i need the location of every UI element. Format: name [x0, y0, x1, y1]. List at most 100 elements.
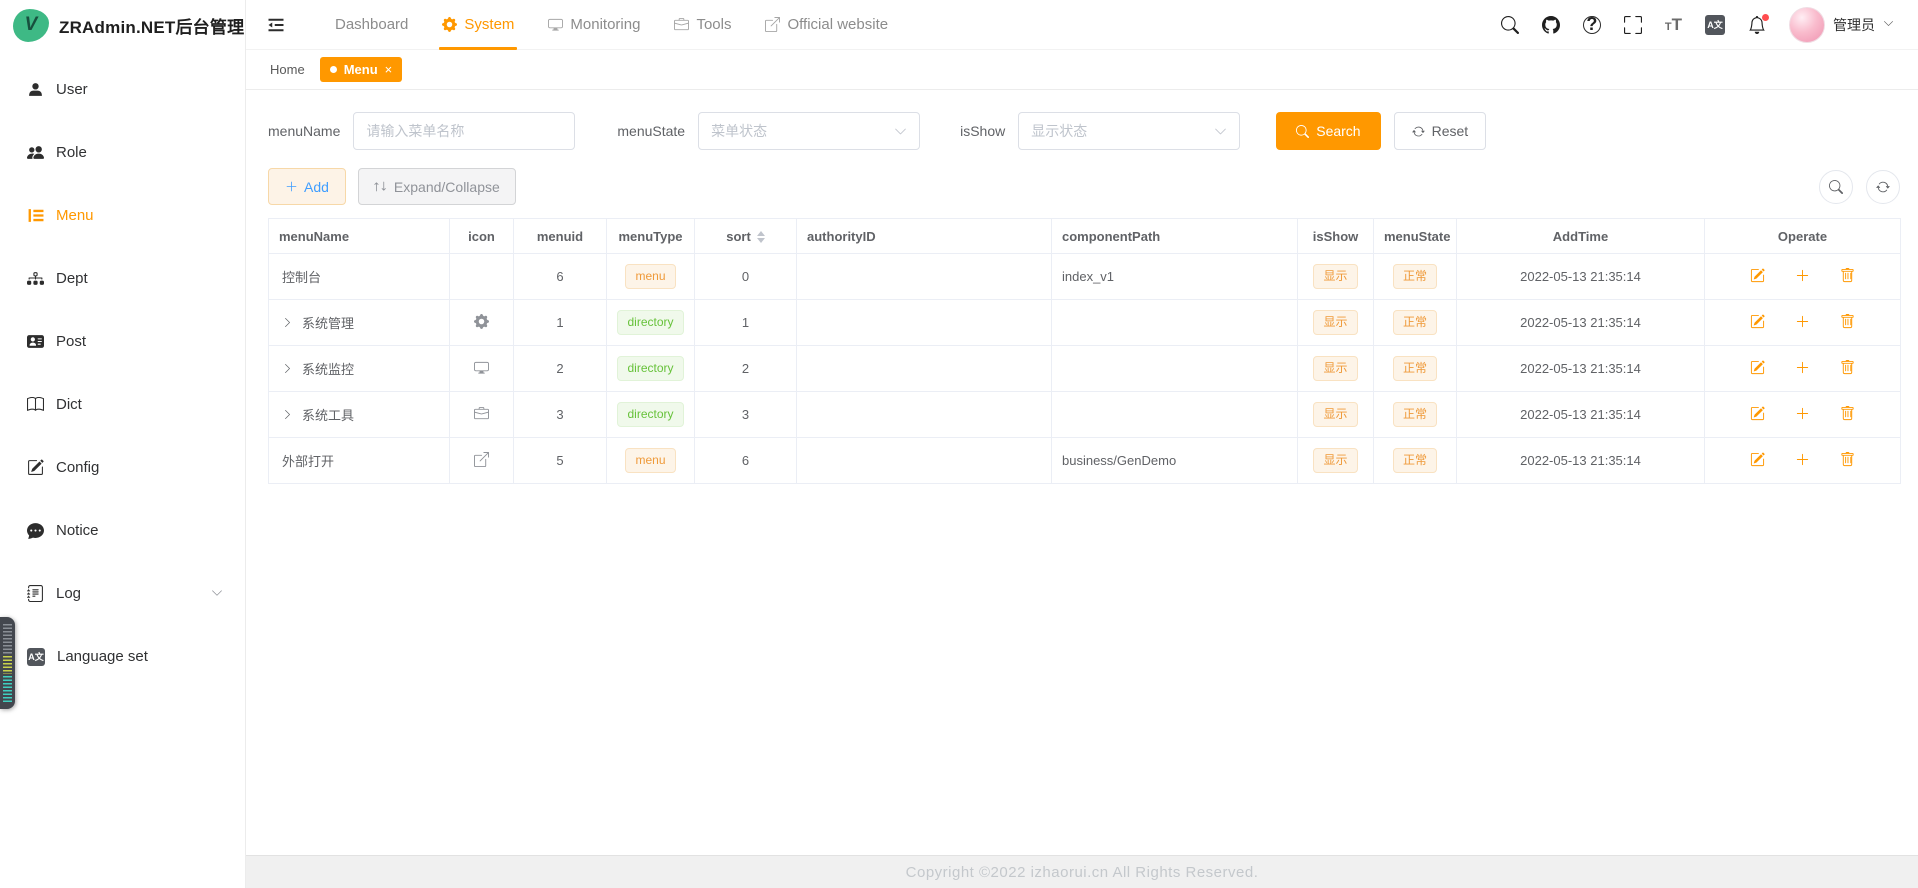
- language-switch-icon[interactable]: A文: [1705, 15, 1725, 35]
- operate-cell: [1705, 254, 1901, 300]
- copyright-footer: Copyright ©2022 izhaorui.cn All Rights R…: [246, 855, 1918, 888]
- tab-official-website[interactable]: Official website: [748, 0, 905, 50]
- table-row: 系统工具 3 directory 3 显示 正常 2022-05-13 21:3…: [269, 392, 1901, 438]
- tab-label: Dashboard: [335, 16, 408, 33]
- close-icon[interactable]: ×: [385, 62, 393, 77]
- menuid-cell: 2: [514, 346, 607, 392]
- sidebar-collapse-icon[interactable]: [266, 15, 286, 35]
- tab-system[interactable]: System: [425, 0, 531, 50]
- menu-type-tag: directory: [617, 356, 683, 381]
- chevron-down-icon: [1883, 18, 1894, 31]
- sort-cell: 6: [695, 438, 797, 484]
- add-button[interactable]: Add: [268, 168, 346, 205]
- refresh-table-button[interactable]: [1866, 170, 1900, 204]
- add-child-icon[interactable]: [1795, 452, 1810, 469]
- col-is-show: isShow: [1298, 219, 1374, 254]
- show-search-toggle-button[interactable]: [1819, 170, 1853, 204]
- tag-home[interactable]: Home: [270, 62, 305, 77]
- menu-tree-icon: [27, 207, 44, 224]
- delete-icon[interactable]: [1840, 360, 1855, 377]
- sidebar-item-label: Notice: [56, 522, 99, 539]
- sidebar-item-config[interactable]: Config: [0, 436, 245, 499]
- github-icon[interactable]: [1542, 16, 1560, 34]
- sidebar-item-dict[interactable]: Dict: [0, 373, 245, 436]
- performance-monitor-widget[interactable]: [0, 617, 15, 709]
- is-show-tag: 显示: [1313, 310, 1357, 335]
- tag-menu-active[interactable]: Menu ×: [320, 57, 403, 82]
- add-child-icon[interactable]: [1795, 406, 1810, 423]
- add-child-icon[interactable]: [1795, 268, 1810, 285]
- notification-bell-icon[interactable]: [1748, 16, 1766, 34]
- add-child-icon[interactable]: [1795, 360, 1810, 377]
- menu-name-input[interactable]: [353, 112, 575, 150]
- add-time-cell: 2022-05-13 21:35:14: [1457, 254, 1705, 300]
- sidebar-item-notice[interactable]: Notice: [0, 499, 245, 562]
- sidebar-item-label: User: [56, 81, 88, 98]
- expand-arrow-icon[interactable]: [282, 409, 293, 420]
- search-button[interactable]: Search: [1276, 112, 1380, 150]
- font-size-icon[interactable]: TT: [1665, 16, 1682, 33]
- book-icon: [27, 396, 44, 413]
- edit-icon[interactable]: [1750, 406, 1765, 423]
- sidebar-item-dept[interactable]: Dept: [0, 247, 245, 310]
- delete-icon[interactable]: [1840, 452, 1855, 469]
- sidebar-item-role[interactable]: Role: [0, 121, 245, 184]
- tab-dashboard[interactable]: Dashboard: [318, 0, 425, 50]
- sidebar-item-post[interactable]: Post: [0, 310, 245, 373]
- operate-cell: [1705, 392, 1901, 438]
- help-icon[interactable]: ?: [1583, 16, 1601, 34]
- is-show-cell: 显示: [1298, 300, 1374, 346]
- edit-icon[interactable]: [1750, 452, 1765, 469]
- sort-caret-icon[interactable]: [757, 231, 765, 243]
- authority-id-cell: [797, 438, 1052, 484]
- col-icon: icon: [450, 219, 514, 254]
- expand-collapse-button[interactable]: Expand/Collapse: [358, 168, 516, 205]
- menu-type-cell: directory: [607, 392, 695, 438]
- expand-arrow-icon[interactable]: [282, 363, 293, 374]
- fullscreen-icon[interactable]: [1624, 16, 1642, 34]
- menu-state-cell: 正常: [1374, 254, 1457, 300]
- col-menu-name: menuName: [269, 219, 450, 254]
- menuid-cell: 5: [514, 438, 607, 484]
- delete-icon[interactable]: [1840, 268, 1855, 285]
- sidebar-item-menu[interactable]: Menu: [0, 184, 245, 247]
- add-button-label: Add: [304, 179, 329, 195]
- menu-state-select[interactable]: 菜单状态: [698, 112, 920, 150]
- active-dot-icon: [330, 66, 337, 73]
- operate-cell: [1705, 346, 1901, 392]
- chat-dots-icon: [27, 522, 44, 539]
- is-show-select[interactable]: 显示状态: [1018, 112, 1240, 150]
- col-sort[interactable]: sort: [695, 219, 797, 254]
- tab-tools[interactable]: Tools: [657, 0, 748, 50]
- app-logo-row[interactable]: V ZRAdmin.NET后台管理: [0, 0, 245, 50]
- delete-icon[interactable]: [1840, 314, 1855, 331]
- edit-icon[interactable]: [1750, 268, 1765, 285]
- menu-type-tag: directory: [617, 402, 683, 427]
- sidebar-item-label: Dept: [56, 270, 88, 287]
- search-icon[interactable]: [1501, 16, 1519, 34]
- chevron-down-icon: [211, 587, 223, 601]
- add-time-cell: 2022-05-13 21:35:14: [1457, 438, 1705, 484]
- sidebar-item-log[interactable]: Log: [0, 562, 245, 625]
- is-show-cell: 显示: [1298, 254, 1374, 300]
- notification-badge: [1762, 14, 1769, 21]
- menu-state-tag: 正常: [1393, 264, 1437, 289]
- edit-icon[interactable]: [1750, 314, 1765, 331]
- add-time-cell: 2022-05-13 21:35:14: [1457, 392, 1705, 438]
- top-nav-tabs: Dashboard System Monitoring Tools Offici…: [318, 0, 905, 50]
- delete-icon[interactable]: [1840, 406, 1855, 423]
- edit-icon[interactable]: [1750, 360, 1765, 377]
- reset-button[interactable]: Reset: [1394, 112, 1487, 150]
- add-child-icon[interactable]: [1795, 314, 1810, 331]
- table-row: 控制台 6 menu 0 index_v1 显示 正常 2022-05-13 2…: [269, 254, 1901, 300]
- component-path-cell: [1052, 300, 1298, 346]
- tab-monitoring[interactable]: Monitoring: [531, 0, 657, 50]
- expand-arrow-icon[interactable]: [282, 317, 293, 328]
- user-menu[interactable]: 管理员: [1789, 7, 1894, 43]
- search-button-label: Search: [1316, 123, 1360, 139]
- sidebar-item-label: Log: [56, 585, 81, 602]
- sidebar-item-language-set[interactable]: A文 Language set: [0, 625, 245, 688]
- is-show-tag: 显示: [1313, 402, 1357, 427]
- sidebar-item-user[interactable]: User: [0, 58, 245, 121]
- tab-label: System: [464, 16, 514, 33]
